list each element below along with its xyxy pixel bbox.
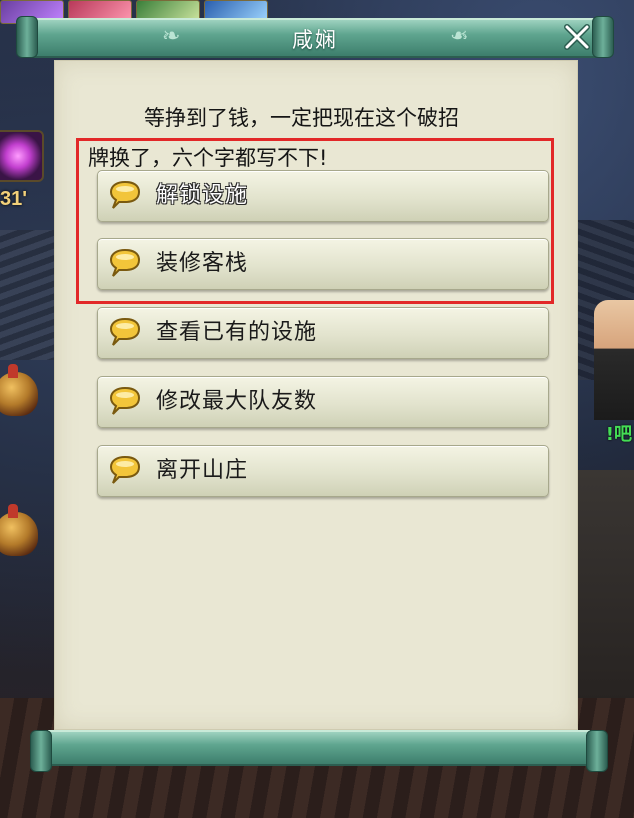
speech-bubble-icon — [109, 455, 141, 484]
helmet-icon[interactable] — [0, 504, 38, 556]
dialog-footer — [26, 728, 612, 772]
wall-decoration — [574, 470, 634, 700]
option-label: 修改最大队友数 — [156, 389, 318, 414]
close-button[interactable] — [558, 18, 596, 56]
option-leave-villa-button[interactable]: 离开山庄 — [97, 445, 549, 497]
option-max-teammates-button[interactable]: 修改最大队友数 — [97, 376, 549, 428]
speech-bubble-icon — [109, 180, 141, 209]
scroll-rod-cap — [586, 730, 608, 772]
hud-level-text: 31' — [0, 188, 28, 210]
hud-side-text: !吧 — [605, 424, 632, 445]
speech-bubble-icon — [109, 248, 141, 277]
npc-dialogue-line: 等挣到了钱，一定把现在这个破招 — [144, 106, 459, 130]
helmet-icon[interactable] — [0, 364, 38, 416]
character-figure — [594, 300, 634, 420]
scroll-rod-cap — [30, 730, 52, 772]
option-renovate-inn-button[interactable]: 装修客栈 — [97, 238, 549, 290]
option-label: 查看已有的设施 — [156, 320, 318, 345]
option-label: 离开山庄 — [156, 458, 249, 483]
dialog-title: 咸娴 — [292, 28, 338, 52]
speech-bubble-icon — [109, 317, 141, 346]
option-view-facilities-button[interactable]: 查看已有的设施 — [97, 307, 549, 359]
dialog-header: ❧ ❧ 咸娴 — [12, 14, 618, 60]
roof-decoration — [0, 230, 60, 360]
close-icon — [564, 24, 590, 50]
option-label: 解锁设施 — [156, 183, 249, 208]
speech-bubble-icon — [109, 386, 141, 415]
scroll-rod — [48, 730, 590, 766]
option-unlock-facility-button[interactable]: 解锁设施 — [97, 170, 549, 222]
npc-dialogue-text: 等挣到了钱，一定把现在这个破招 牌换了，六个字都写不下! — [88, 98, 558, 178]
option-label: 装修客栈 — [156, 251, 249, 276]
skill-orb-icon[interactable] — [0, 130, 44, 182]
